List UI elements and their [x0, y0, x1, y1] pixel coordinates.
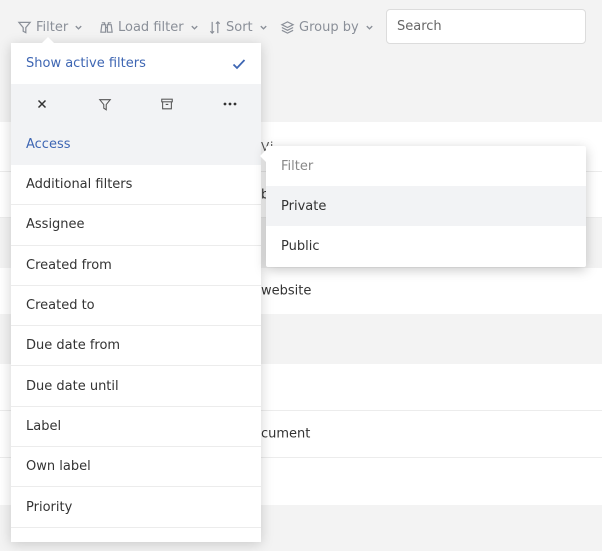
filter-item-label: Due date until	[26, 378, 119, 394]
sort-icon	[209, 20, 221, 34]
archive-icon	[161, 98, 174, 110]
more-options-button[interactable]	[199, 84, 261, 124]
group-by-label: Group by	[299, 19, 359, 35]
filter-item-priority[interactable]: Priority	[11, 487, 261, 528]
close-icon	[38, 99, 47, 109]
filter-item-access[interactable]: Access	[11, 124, 261, 165]
checkmark-icon	[232, 58, 246, 69]
option-label: Public	[281, 238, 320, 254]
clear-filters-button[interactable]	[11, 84, 73, 124]
load-filter-label: Load filter	[118, 19, 184, 35]
filter-item-own-label[interactable]: Own label	[11, 447, 261, 488]
filter-item-label: Own label	[26, 459, 91, 475]
filter-item-label: Priority	[26, 499, 73, 515]
chevron-down-icon	[365, 25, 373, 30]
apply-filter-button[interactable]	[74, 84, 136, 124]
access-submenu: Private Public	[260, 146, 586, 267]
filter-button[interactable]: Filter	[17, 18, 83, 36]
option-label: Private	[281, 198, 327, 214]
chevron-down-icon	[190, 25, 198, 30]
list-item-title: cument	[261, 426, 311, 442]
filter-icon	[98, 98, 112, 111]
search-input[interactable]	[386, 9, 586, 44]
filter-icon	[17, 21, 32, 34]
group-by-button[interactable]: Group by	[280, 18, 374, 36]
filter-item-label[interactable]: Label	[11, 407, 261, 448]
sort-label: Sort	[226, 19, 253, 35]
list-item-title: website	[261, 283, 312, 299]
access-option-private[interactable]: Private	[266, 186, 586, 226]
dropdown-caret	[42, 37, 54, 43]
filter-item-due-date-until[interactable]: Due date until	[11, 366, 261, 407]
sort-button[interactable]: Sort	[208, 18, 268, 36]
show-active-filters-toggle[interactable]: Show active filters	[11, 43, 261, 84]
filter-dropdown: Show active filters Access Additional fi…	[11, 43, 261, 542]
chevron-down-icon	[259, 25, 267, 30]
filter-actions	[11, 84, 261, 124]
filter-item-label: Assignee	[26, 217, 85, 233]
filter-item-due-date-from[interactable]: Due date from	[11, 326, 261, 367]
more-icon	[223, 102, 237, 106]
binoculars-icon	[100, 21, 113, 33]
filter-item-label: Additional filters	[26, 177, 133, 193]
filter-item-label: Label	[26, 418, 62, 434]
filter-item-created-from[interactable]: Created from	[11, 246, 261, 286]
filter-item-created-to[interactable]: Created to	[11, 286, 261, 327]
filter-item-assignee[interactable]: Assignee	[11, 205, 261, 246]
filter-item-additional-filters[interactable]: Additional filters	[11, 165, 261, 206]
show-active-filters-label: Show active filters	[26, 56, 146, 71]
load-filter-button[interactable]: Load filter	[99, 18, 199, 36]
chevron-down-icon	[75, 25, 82, 30]
filter-item-label: Created to	[26, 298, 95, 314]
access-filter-input[interactable]	[266, 146, 586, 186]
filter-item-label: Access	[26, 137, 71, 152]
layers-icon	[280, 20, 295, 34]
archive-button[interactable]	[136, 84, 198, 124]
filter-label: Filter	[36, 19, 69, 35]
filter-item-label: Due date from	[26, 338, 121, 354]
filter-item-label: Created from	[26, 257, 112, 273]
access-option-public[interactable]: Public	[266, 226, 586, 266]
